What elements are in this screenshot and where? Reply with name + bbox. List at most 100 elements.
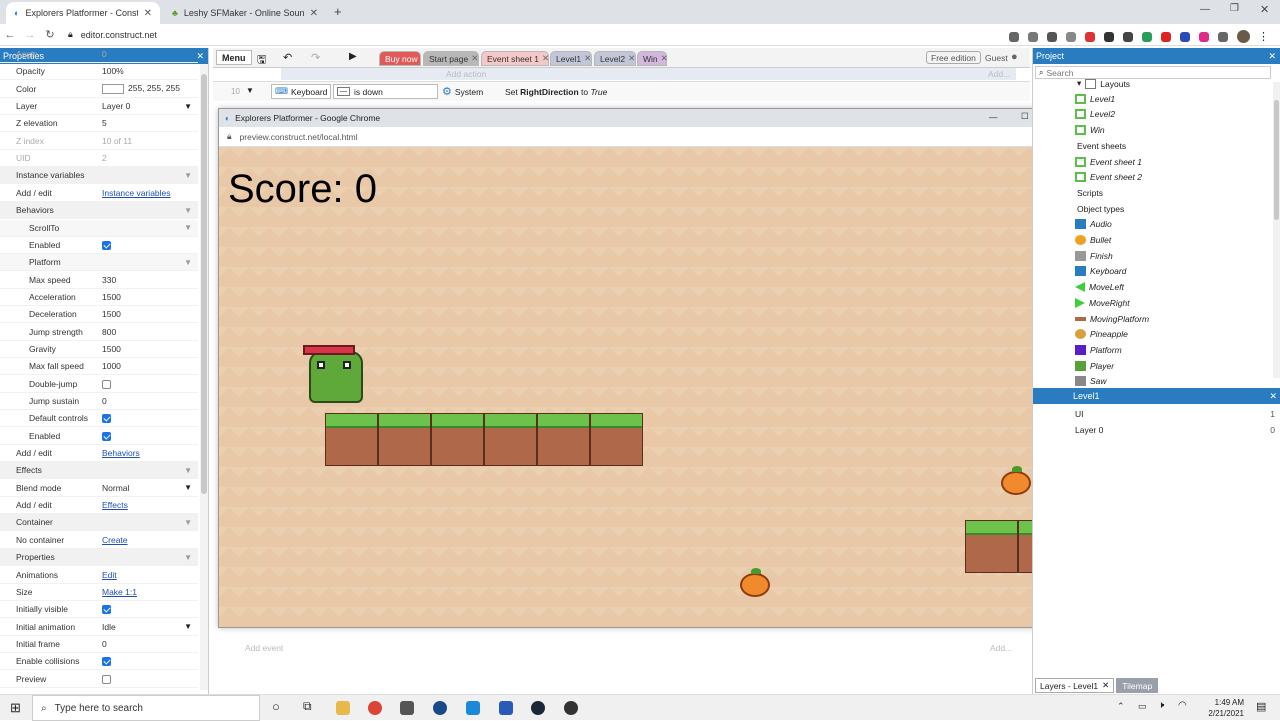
property-value[interactable]: 0 [102,49,107,59]
tree-node[interactable]: MovingPlatform [1075,314,1149,324]
tree-node[interactable]: Saw [1075,376,1107,387]
collapse-icon[interactable]: ▼ [184,206,192,215]
collapse-icon[interactable]: ▼ [184,223,192,232]
close-icon[interactable]: ✕ [471,53,478,64]
user-icon[interactable]: ● [1011,51,1018,63]
tree-node[interactable]: Bullet [1075,235,1111,245]
guest-label[interactable]: Guest [985,53,1008,63]
property-row[interactable]: Platform ▼ [0,254,198,272]
extension-icon[interactable] [1028,31,1038,42]
property-row[interactable]: Preview [0,671,198,688]
network-icon[interactable]: ▭ [1138,701,1147,712]
add-action-link[interactable]: Add action [446,69,486,79]
close-window-icon[interactable]: ✕ [1260,3,1269,16]
checkbox[interactable] [102,657,111,667]
expand-icon[interactable]: ▾ [1077,78,1081,89]
property-row[interactable]: Max fall speed 1000 [0,358,198,376]
adblock-icon[interactable] [1085,31,1095,42]
property-value[interactable]: 1500 [102,309,121,319]
color-swatch[interactable] [102,84,124,95]
add-event-link[interactable]: Add event [245,643,283,653]
extension-icon[interactable] [1180,31,1190,42]
volume-icon[interactable]: 🕨︎ [1158,700,1164,711]
extension-icon[interactable] [1161,31,1171,42]
task-view-icon[interactable]: ⧉ [303,699,312,714]
project-search[interactable]: ⌕ [1035,66,1271,79]
close-icon[interactable]: ✕ [310,8,318,19]
property-row[interactable]: Default controls [0,410,198,428]
undo-icon[interactable]: ↶ [283,51,292,64]
tree-node[interactable]: Event sheet 1 [1075,156,1142,167]
close-icon[interactable]: ✕ [661,53,668,64]
avatar[interactable] [1237,30,1250,43]
layer-row-ui[interactable]: UI 1 [1033,406,1280,422]
project-scrollbar[interactable] [1273,82,1280,378]
preview-titlebar[interactable]: ◐ Explorers Platformer - Google Chrome —… [219,109,1072,127]
property-row[interactable]: Container ▼ [0,514,198,532]
tree-node[interactable]: Object types [1077,204,1124,214]
tree-node[interactable]: Scripts [1077,188,1103,198]
property-row[interactable]: Size Make 1:1 [0,584,198,601]
tree-node[interactable]: Finish [1075,250,1113,261]
notifications-icon[interactable]: ▤ [1256,700,1266,713]
minimize-icon[interactable]: — [1200,4,1210,15]
grammarly-icon[interactable] [1142,31,1152,42]
tree-node[interactable]: Level2 [1075,109,1115,120]
preview-url[interactable]: preview.construct.net/local.html [240,132,358,142]
property-row[interactable]: Max speed 330 [0,272,198,289]
property-link[interactable]: Make 1:1 [102,587,137,597]
tree-node[interactable]: Pineapple [1075,329,1128,340]
forward-icon[interactable]: → [20,29,40,41]
property-link[interactable]: Effects [102,500,128,510]
event-row[interactable]: 10 ▼ ⌨ Keyboard — is down ⚙ System Set R… [213,81,1030,101]
property-row[interactable]: Deceleration 1500 [0,306,198,324]
app-icon[interactable] [466,701,480,715]
reload-icon[interactable]: ↻ [40,28,60,41]
property-row[interactable]: Layer Layer 0 ▼ [0,98,198,116]
property-row[interactable]: Double-jump [0,376,198,393]
add-more-link[interactable]: Add... [990,643,1012,653]
restore-icon[interactable]: ❐ [1230,3,1239,14]
checkbox[interactable] [102,240,111,250]
property-row[interactable]: Enabled [0,237,198,254]
tree-node[interactable]: Level1 [1075,93,1115,104]
property-row[interactable]: Animations Edit [0,567,198,584]
layer-row-layer0[interactable]: Layer 0 0 [1033,422,1280,438]
scrollbar-thumb[interactable] [1274,100,1279,220]
app-icon[interactable] [400,701,414,715]
property-row[interactable]: Initial animation Idle ▼ [0,619,198,636]
tree-node[interactable]: Player [1075,360,1114,371]
property-row[interactable]: Effects ▼ [0,462,198,480]
property-row[interactable]: Jump sustain 0 [0,393,198,410]
chrome-icon[interactable] [368,701,382,715]
app-icon[interactable] [564,701,578,715]
editor-tab[interactable]: Level1 ✕ [550,51,592,66]
browser-tab-construct[interactable]: ◐ Explorers Platformer - Constructi ✕ [6,2,160,24]
app-icon[interactable] [499,701,513,715]
checkbox[interactable] [102,431,111,441]
search-input[interactable] [1046,67,1247,78]
url-text[interactable]: editor.construct.net [81,30,157,40]
property-value[interactable]: 1000 [102,361,121,371]
property-value[interactable]: 1500 [102,292,121,302]
tree-node[interactable]: MoveRight [1075,297,1130,308]
property-row[interactable]: Color 255, 255, 255 [0,81,198,98]
tree-node[interactable]: Audio [1075,219,1112,230]
property-link[interactable]: Instance variables [102,188,171,198]
close-icon[interactable]: ✕ [542,53,549,64]
collapse-icon[interactable]: ▼ [184,553,192,562]
close-icon[interactable]: ✕ [144,8,152,19]
menu-button[interactable]: Menu [216,50,252,65]
property-value[interactable]: 255, 255, 255 [102,83,180,95]
extension-icon[interactable] [1009,31,1019,42]
property-value[interactable]: 800 [102,327,116,337]
checkbox[interactable] [102,674,111,684]
add-more-link[interactable]: Add... [988,69,1010,79]
property-value[interactable]: Normal [102,483,129,493]
property-value[interactable]: 330 [102,275,116,285]
taskbar-search[interactable]: ⌕ Type here to search [32,695,260,721]
extension-icon[interactable] [1104,31,1114,42]
tree-node[interactable]: Event sheet 2 [1075,172,1142,183]
property-value[interactable]: 100% [102,66,124,76]
close-icon[interactable]: ✕ [584,53,591,64]
